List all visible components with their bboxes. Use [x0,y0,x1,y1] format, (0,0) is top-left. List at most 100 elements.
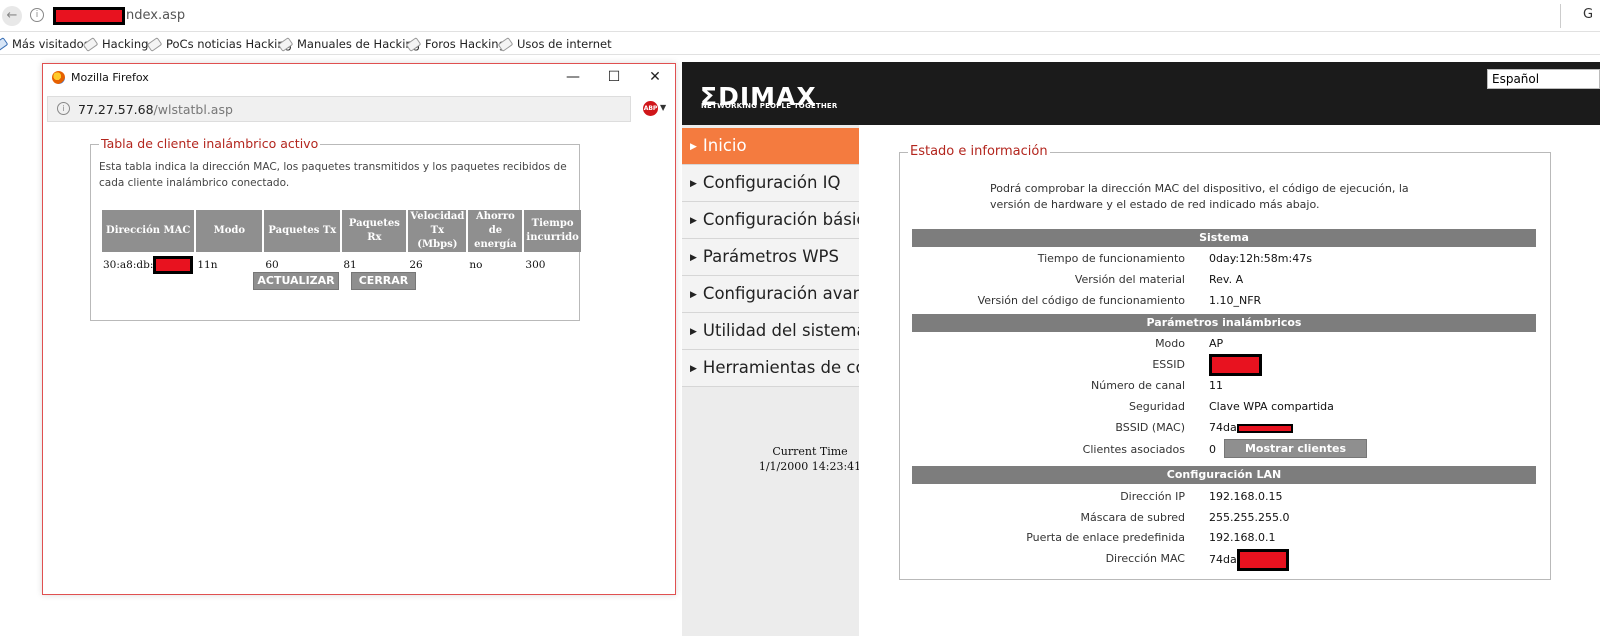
info-value: Clave WPA compartida [1209,400,1334,413]
column-header: Velocidad Tx (Mbps) [408,210,467,252]
menu-item-herramientas[interactable]: ▶ Herramientas de configuración [682,350,859,387]
essid-value [1209,354,1262,376]
table-header-row: Dirección MAC Modo Paquetes Tx Paquetes … [102,210,581,252]
section-sistema: Sistema [912,229,1536,247]
minimize-icon[interactable]: — [563,67,583,87]
edimax-tagline: NETWORKING PEOPLE TOGETHER [701,102,838,110]
mac-cell: 30:a8:db: [102,254,194,276]
info-label: Puerta de enlace predefinida [1026,531,1185,544]
bookmark-label: Más visitados [12,37,90,51]
back-arrow-icon[interactable]: ← [2,6,22,26]
popup-titlebar[interactable]: Mozilla Firefox — ☐ ✕ [43,64,675,92]
adblock-icon[interactable]: ABP [643,101,658,116]
menu-item-configuracion-avanzada[interactable]: ▶ Configuración avanzada [682,276,859,313]
tag-icon [405,37,422,52]
menu-label: Configuración básica [702,210,859,229]
menu-label: Parámetros WPS [702,247,839,266]
status-description: Podrá comprobar la dirección MAC del dis… [990,182,1409,211]
redacted-host [53,7,125,25]
redacted-mac [153,256,194,274]
triangle-right-icon: ▶ [690,216,697,226]
info-label: Seguridad [1129,400,1185,413]
site-info-icon[interactable]: i [30,8,44,22]
info-label: Versión del material [1074,273,1185,286]
bookmarks-toolbar: Más visitados Hacking PoCs noticias Hack… [0,33,1600,55]
popup-urlbar[interactable]: i 77.27.57.68/wlstatbl.asp [47,96,631,122]
toolbar-edge: G [1560,4,1600,28]
maximize-icon[interactable]: ☐ [604,67,624,87]
popup-url-path: /wlstatbl.asp [153,102,233,117]
info-label: Dirección IP [1120,490,1185,503]
mac-prefix: 74da [1209,553,1237,566]
bssid-prefix: 74da [1209,421,1237,434]
bookmark-pocs[interactable]: PoCs noticias Hacking [146,37,292,52]
bookmark-foros[interactable]: Foros Hacking [405,37,506,52]
wireless-clients-table: Dirección MAC Modo Paquetes Tx Paquetes … [100,208,583,278]
browser-urlbar: ← i ndex.asp G [0,0,1600,32]
menu-item-inicio[interactable]: ▶ Inicio [682,128,859,165]
edimax-header [682,62,1600,125]
info-label: Tiempo de funcionamiento [1037,252,1185,265]
redacted-mac [1236,549,1289,571]
bookmark-usos[interactable]: Usos de internet [497,37,612,52]
tag-icon [146,37,163,52]
actualizar-button[interactable]: ACTUALIZAR [253,272,339,290]
triangle-right-icon: ▶ [690,142,697,152]
wireless-clients-legend: Tabla de cliente inalámbrico activo [99,136,321,151]
status-legend: Estado e información [908,144,1050,159]
info-label: Número de canal [1091,379,1185,392]
column-header: Ahorro de energía [468,210,523,252]
redacted-bssid [1236,423,1293,433]
info-label: ESSID [1152,358,1185,371]
bookmark-manuales[interactable]: Manuales de Hacking [277,37,421,52]
table-row: 30:a8:db: 11n 60 81 26 no 300 [102,254,581,276]
mostrar-clientes-button[interactable]: Mostrar clientes activos [1224,439,1367,472]
info-value: 0 [1209,443,1216,456]
menu-label: Herramientas de configuración [702,358,859,377]
info-value: 255.255.255.0 [1209,511,1290,524]
wireless-clients-description: Esta tabla indica la dirección MAC, los … [99,161,567,189]
column-header: Paquetes Tx [264,210,341,252]
triangle-right-icon: ▶ [690,327,697,337]
menu-item-parametros-wps[interactable]: ▶ Parámetros WPS [682,239,859,276]
column-header: Tiempo incurrido [524,210,581,252]
column-header: Dirección MAC [102,210,195,252]
info-label: Versión del código de funcionamiento [977,294,1185,307]
menu-label: Configuración IQ [702,173,841,192]
section-lan: Configuración LAN [912,466,1536,484]
bookmark-label: Manuales de Hacking [297,37,421,51]
menu-item-configuracion-basica[interactable]: ▶ Configuración básica [682,202,859,239]
bookmark-label: PoCs noticias Hacking [166,37,292,51]
tag-icon [82,37,99,52]
info-value: 192.168.0.15 [1209,490,1283,503]
popup-title: Mozilla Firefox [71,71,149,84]
menu-item-utilidad-sistema[interactable]: ▶ Utilidad del sistema [682,313,859,350]
info-label: Modo [1155,337,1185,350]
site-info-icon[interactable]: i [57,102,70,115]
menu-label: Inicio [702,136,747,155]
tag-icon [277,37,294,52]
bssid-value: 74da [1209,421,1293,434]
bookmark-label: Usos de internet [517,37,612,51]
ahorro-cell: no [469,259,483,271]
info-value: 1.10_NFR [1209,294,1262,307]
triangle-right-icon: ▶ [690,290,697,300]
popup-url-host: 77.27.57.68 [78,102,154,117]
info-value: 0day:12h:58m:47s [1209,252,1312,265]
info-label: Clientes asociados [1082,443,1185,456]
info-value: AP [1209,337,1224,350]
menu-label: Configuración avanzada [702,284,859,303]
chevron-down-icon[interactable]: ▼ [660,103,666,112]
bookmark-mas-visitados[interactable]: Más visitados [0,37,90,52]
url-text[interactable]: ndex.asp [126,8,185,23]
info-value: Rev. A [1209,273,1244,286]
popup-url[interactable]: 77.27.57.68/wlstatbl.asp [78,102,233,117]
bookmark-hacking[interactable]: Hacking [82,37,148,52]
menu-item-configuracion-iq[interactable]: ▶ Configuración IQ [682,165,859,202]
cerrar-button[interactable]: CERRAR [351,272,416,290]
info-label: BSSID (MAC) [1115,421,1185,434]
redacted-essid [1209,354,1262,376]
velocidad-cell: 26 [409,259,423,271]
language-select[interactable]: Español [1487,69,1600,89]
close-icon[interactable]: ✕ [645,67,665,87]
